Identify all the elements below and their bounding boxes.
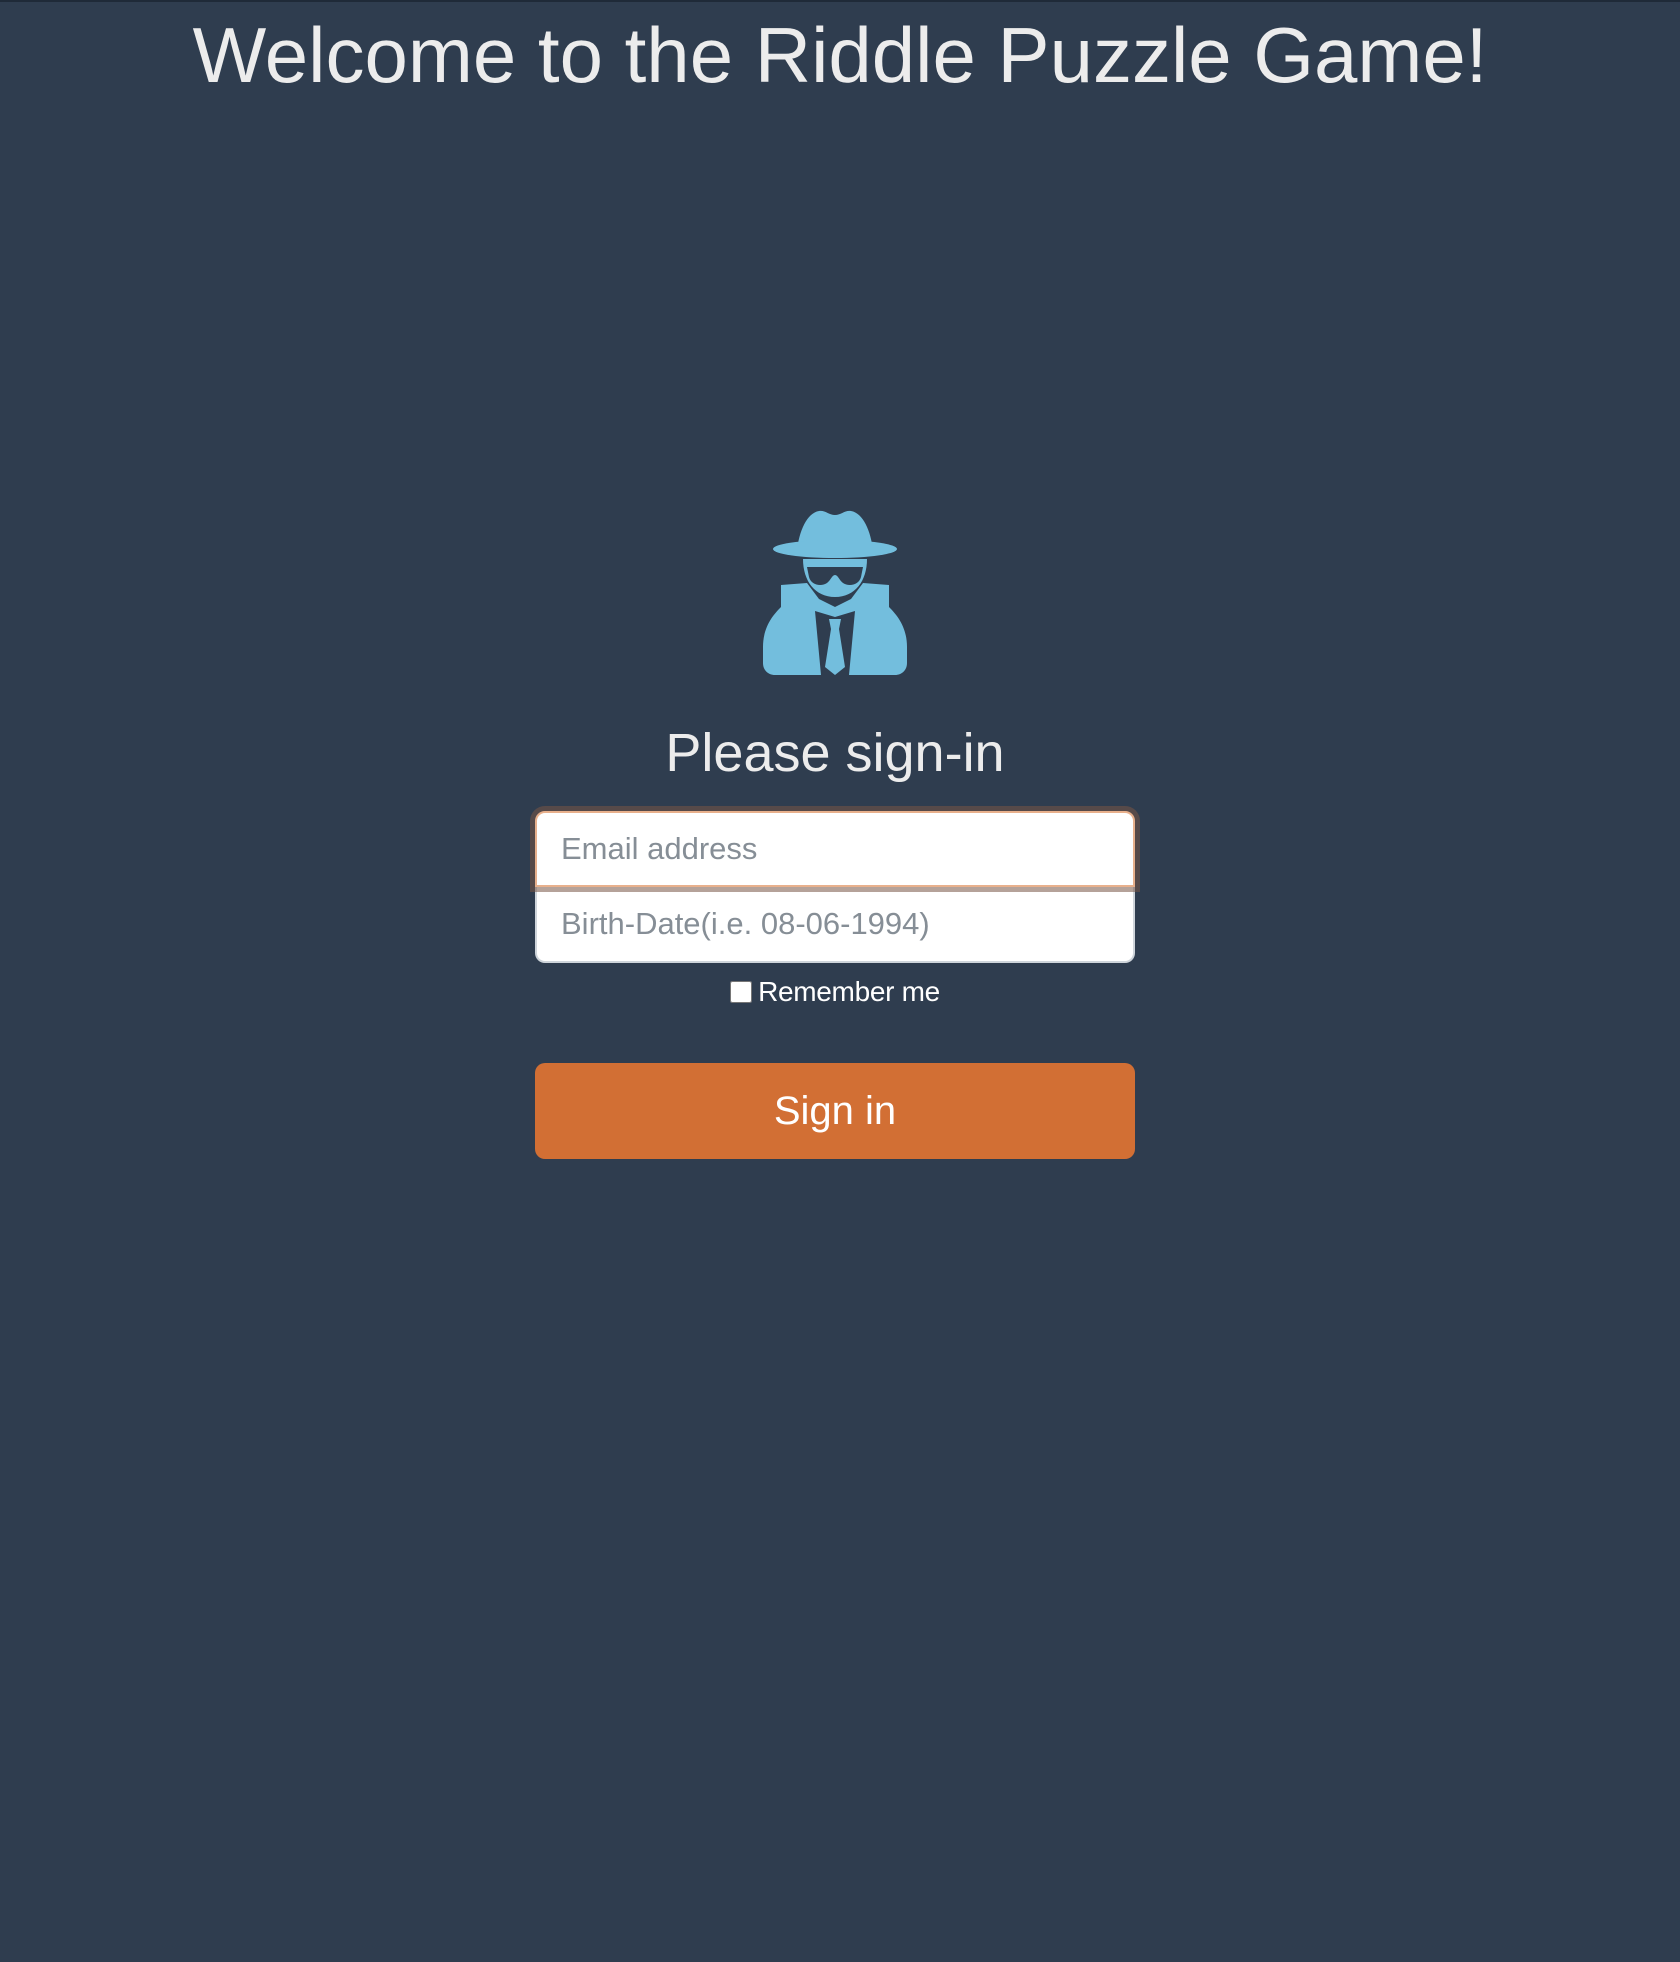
remember-me-row: Remember me [535,973,1135,1011]
sign-in-button[interactable]: Sign in [535,1063,1135,1159]
user-secret-icon [763,510,907,675]
signin-form: Please sign-in Remember me Sign in [535,507,1135,1159]
birth-date-field[interactable] [535,887,1135,963]
remember-me-checkbox[interactable] [730,981,753,1003]
page-title: Welcome to the Riddle Puzzle Game! [192,11,1488,99]
logo [535,507,1135,677]
signin-heading: Please sign-in [665,723,1005,783]
email-field[interactable] [535,811,1135,887]
credentials-group [535,811,1135,963]
remember-me-label[interactable]: Remember me [758,976,940,1008]
